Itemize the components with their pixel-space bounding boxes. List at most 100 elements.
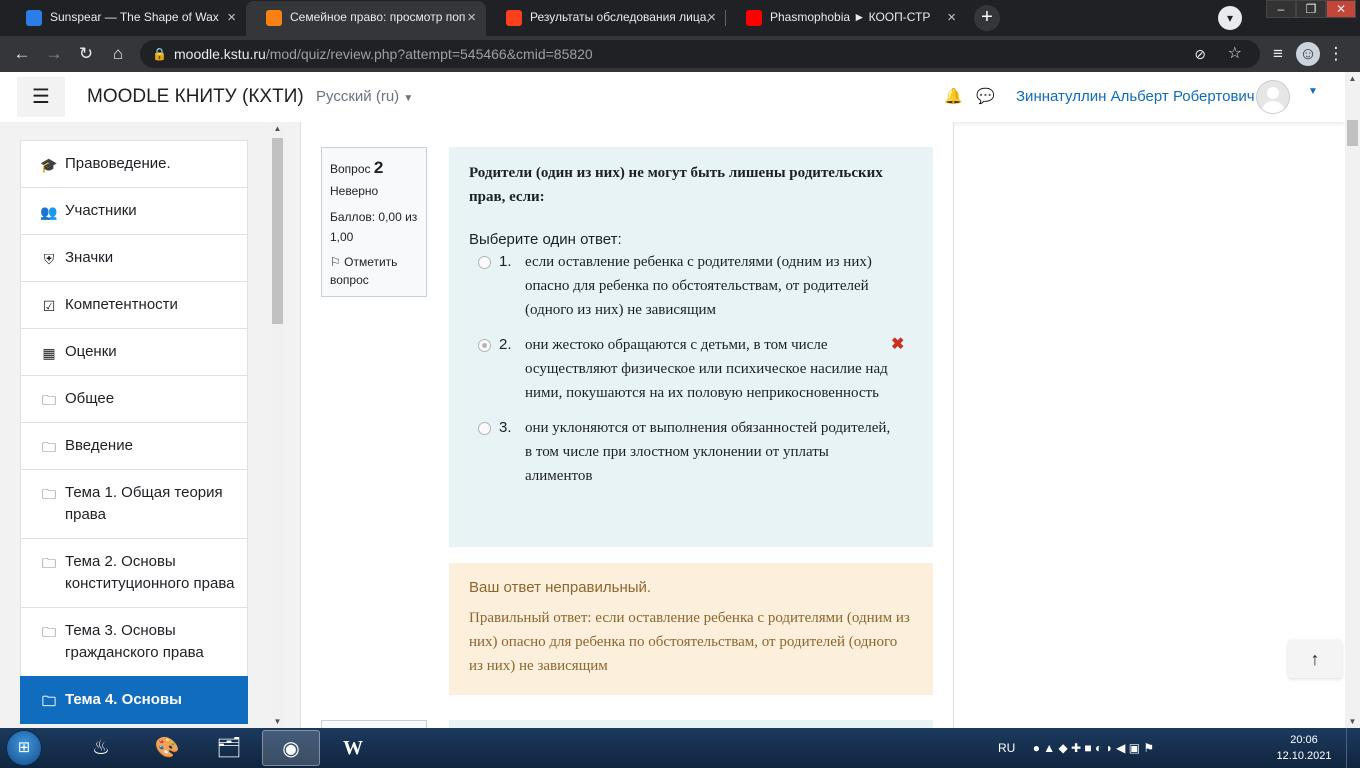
scroll-down-arrow-icon[interactable]: ▼ (1345, 717, 1360, 726)
sidebar-item-intro[interactable]: 🗀 Введение (20, 422, 248, 470)
tray-icons[interactable]: ● ▲ ◆ ✚ ■ ◐ ◗ ◀ ▣ ⚑ (1033, 741, 1154, 755)
sidebar-item-label: Оценки (65, 343, 117, 360)
word-icon[interactable]: W (324, 730, 382, 766)
browser-tab[interactable]: Sunspear — The Shape of Wax × (6, 1, 246, 36)
bookmark-star-icon[interactable]: ☆ (1228, 40, 1242, 68)
steam-icon[interactable]: ♨ (72, 730, 130, 766)
address-bar[interactable]: 🔒 moodle.kstu.ru/mod/quiz/review.php?att… (140, 40, 1260, 68)
shield-icon: ⛨ (43, 251, 55, 267)
sidebar-item-label: Тема 3. Основы гражданского права (65, 622, 204, 661)
sidebar-item-participants[interactable]: 👥 Участники (20, 187, 248, 235)
start-button[interactable]: ⊞ (6, 730, 42, 766)
drawer-gutter (285, 122, 301, 728)
windows-taskbar: ⊞ ♨ 🎨 🗂 ◉ W RU ● ▲ ◆ ✚ ■ ◐ ◗ ◀ ▣ ⚑ 20:06… (0, 728, 1360, 768)
sidebar-item-topic-2[interactable]: 🗀 Тема 2. Основы конституционного права (20, 538, 248, 608)
nav-drawer: 🎓 Правоведение. 👥 Участники ⛨ Значки ☑ Компе… (0, 122, 285, 728)
browser-tab-active[interactable]: Семейное право: просмотр поп × (246, 1, 486, 36)
graduation-cap-icon: 🎓 (40, 157, 58, 173)
scrollbar-thumb[interactable] (272, 138, 283, 324)
question-content-box: Родители (один из них) не могут быть лиш… (449, 147, 933, 547)
sidebar-item-topic-3[interactable]: 🗀 Тема 3. Основы гражданского права (20, 607, 248, 677)
sidebar-item-badges[interactable]: ⛨ Значки (20, 234, 248, 282)
reload-icon[interactable]: ↻ (74, 42, 98, 66)
language-indicator[interactable]: RU (998, 741, 1015, 755)
lock-icon[interactable]: 🔒 (152, 40, 167, 68)
outcome-feedback-box: Ваш ответ неправильный. Правильный ответ… (449, 563, 933, 695)
tab-title: Phasmophobia ► КООП-СТР (770, 10, 931, 24)
feedback-text: Ваш ответ неправильный. (469, 579, 652, 596)
browser-tab[interactable]: Результаты обследования лица, × (486, 1, 726, 36)
moodle-icon (266, 10, 282, 26)
site-brand[interactable]: MOODLE КНИТУ (КХТИ) (87, 72, 304, 122)
scrollbar-thumb[interactable] (1347, 120, 1358, 146)
chrome-icon[interactable]: ◉ (262, 730, 320, 766)
sidebar-item-general[interactable]: 🗀 Общее (20, 375, 248, 423)
answer-text: они уклоняются от выполнения обязанносте… (525, 420, 891, 484)
show-desktop-button[interactable] (1346, 728, 1360, 768)
sidebar-item-course[interactable]: 🎓 Правоведение. (20, 140, 248, 188)
sidebar-item-topic-1[interactable]: 🗀 Тема 1. Общая теория права (20, 469, 248, 539)
sidebar-item-label: Участники (65, 202, 137, 219)
paint-icon[interactable]: 🎨 (138, 730, 196, 766)
youtube-icon (746, 10, 762, 26)
new-tab-button[interactable]: + (974, 5, 1000, 31)
scroll-up-arrow-icon[interactable]: ▲ (270, 124, 285, 133)
folder-icon: 🗀 (42, 486, 56, 502)
answer-number: 2. (499, 336, 512, 353)
sidebar-item-label: Тема 4. Основы (65, 691, 182, 708)
page-scrollbar[interactable]: ▲ ▼ (1345, 72, 1360, 728)
sidebar-item-grades[interactable]: ▦ Оценки (20, 328, 248, 376)
sidebar-item-topic-4[interactable]: 🗀 Тема 4. Основы (20, 676, 248, 724)
scroll-up-arrow-icon[interactable]: ▲ (1345, 74, 1360, 83)
system-tray: RU ● ▲ ◆ ✚ ■ ◐ ◗ ◀ ▣ ⚑ (998, 728, 1154, 768)
language-menu[interactable]: Русский (ru) ▼ (316, 72, 413, 124)
answer-radio[interactable] (478, 256, 491, 269)
maximize-button[interactable]: ❐ (1296, 0, 1326, 18)
drawer-scrollbar[interactable]: ▲ ▼ (270, 122, 285, 728)
sidebar-item-label: Тема 1. Общая теория права (65, 484, 223, 523)
tab-title: Результаты обследования лица, (530, 10, 710, 24)
sidebar-item-competencies[interactable]: ☑ Компетентности (20, 281, 248, 329)
browser-menu-icon[interactable]: ⋮ (1324, 42, 1348, 66)
caret-down-icon[interactable]: ▼ (1308, 86, 1318, 97)
back-to-top-button[interactable]: ↑ (1288, 640, 1342, 678)
drawer-toggle-button[interactable]: ☰ (17, 77, 65, 117)
browser-tab[interactable]: Phasmophobia ► КООП-СТР × (726, 1, 966, 36)
close-icon[interactable]: × (467, 1, 476, 34)
close-icon[interactable]: × (227, 1, 236, 34)
users-icon: 👥 (40, 204, 58, 220)
answer-radio-checked[interactable] (478, 339, 491, 352)
file-explorer-icon[interactable]: 🗂 (200, 730, 258, 766)
eye-off-icon[interactable]: ⊘ (1194, 40, 1206, 68)
close-icon[interactable]: × (707, 1, 716, 34)
tab-title: Семейное право: просмотр поп (290, 10, 466, 24)
bell-icon[interactable]: 🔔 (944, 87, 963, 105)
close-icon[interactable]: × (947, 1, 956, 34)
url-text[interactable]: moodle.kstu.ru/mod/quiz/review.php?attem… (174, 40, 593, 68)
answer-option-selected: 2. они жестоко обращаются с детьми, в то… (469, 333, 913, 405)
reading-list-icon[interactable]: ≡ (1266, 42, 1290, 66)
answer-text: они жестоко обращаются с детьми, в том ч… (525, 337, 888, 401)
sidebar-item-label: Введение (65, 437, 133, 454)
forward-icon[interactable]: → (42, 42, 66, 66)
minimize-button[interactable]: – (1266, 0, 1296, 18)
scroll-down-arrow-icon[interactable]: ▼ (270, 717, 285, 726)
back-icon[interactable]: ← (10, 42, 34, 66)
tab-search-icon[interactable]: ▾ (1218, 6, 1242, 30)
flag-icon: ⚐ (330, 255, 341, 269)
browser-toolbar: ← → ↻ ⌂ 🔒 moodle.kstu.ru/mod/quiz/review… (0, 36, 1360, 72)
question-grade: Баллов: 0,00 из 1,00 (330, 210, 418, 244)
answer-radio[interactable] (478, 422, 491, 435)
folder-icon: 🗀 (42, 693, 56, 709)
clock[interactable]: 20:06 12.10.2021 (1272, 732, 1336, 764)
home-icon[interactable]: ⌂ (106, 42, 130, 66)
user-menu-name[interactable]: Зиннатуллин Альберт Робертович (1016, 72, 1255, 122)
window-close-button[interactable]: ✕ (1326, 0, 1356, 18)
messages-icon[interactable]: 💬 (976, 87, 995, 105)
checkbox-icon: ☑ (42, 298, 56, 314)
answer-text: если оставление ребенка с родителями (од… (525, 254, 872, 318)
profile-icon[interactable]: ☺ (1296, 42, 1320, 66)
folder-icon: 🗀 (42, 624, 56, 640)
flag-question-link[interactable]: ⚐ Отметить вопрос (330, 253, 418, 289)
avatar[interactable] (1256, 80, 1290, 114)
